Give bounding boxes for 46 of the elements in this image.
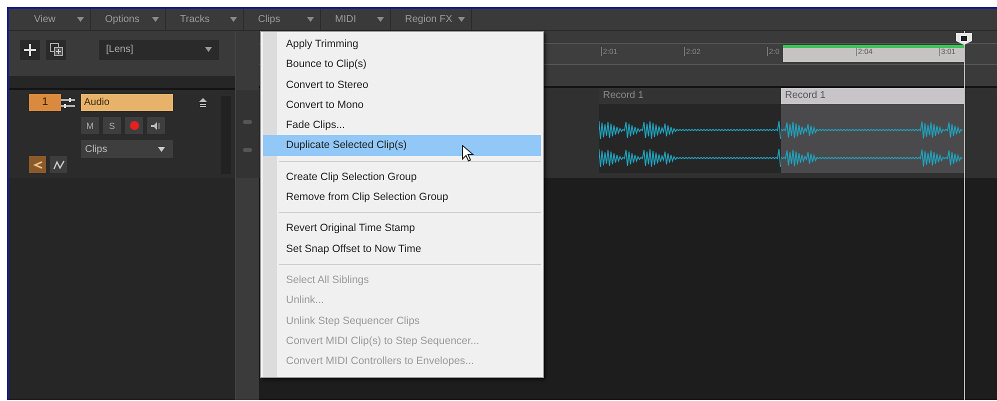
sliders-icon[interactable] bbox=[61, 97, 75, 109]
zigzag-icon bbox=[52, 160, 64, 170]
menu-bar-item[interactable]: MIDI bbox=[321, 9, 391, 30]
chevron-icon bbox=[32, 160, 42, 170]
menu-bar-item[interactable]: Tracks bbox=[166, 9, 244, 30]
caret-icon bbox=[307, 17, 314, 22]
playhead-handle-icon[interactable] bbox=[954, 33, 974, 45]
menu-item[interactable]: Convert to Mono bbox=[263, 94, 541, 116]
menu-bar-item[interactable]: View bbox=[20, 9, 91, 30]
menu-item[interactable]: Remove from Clip Selection Group bbox=[263, 187, 541, 208]
speaker-icon bbox=[150, 120, 162, 130]
add-folder-button[interactable] bbox=[46, 40, 66, 60]
monitor-button[interactable] bbox=[147, 117, 165, 134]
caret-icon bbox=[152, 17, 159, 22]
caret-icon bbox=[205, 47, 212, 52]
mute-button[interactable]: M bbox=[81, 117, 99, 134]
solo-button[interactable]: S bbox=[103, 117, 121, 134]
caret-icon bbox=[77, 17, 84, 22]
audio-clip[interactable]: Record 1 bbox=[599, 88, 782, 173]
clip-name: Record 1 bbox=[781, 88, 964, 104]
menu-item[interactable]: Fade Clips... bbox=[263, 115, 541, 136]
menu-item[interactable]: Create Clip Selection Group bbox=[263, 166, 541, 188]
menu-item[interactable]: Duplicate Selected Clip(s) bbox=[263, 135, 541, 156]
track-number: 1 bbox=[29, 94, 61, 111]
input-echo-button[interactable] bbox=[29, 156, 46, 173]
audio-clip[interactable]: Record 1 bbox=[781, 88, 964, 173]
plus-icon bbox=[24, 44, 36, 56]
arrow-up-icon[interactable] bbox=[199, 98, 207, 108]
pointer-cursor-icon bbox=[462, 145, 474, 162]
menu-item[interactable]: Set Snap Offset to Now Time bbox=[263, 238, 541, 259]
menu-bar-item[interactable]: Region FX bbox=[391, 9, 472, 30]
menu-item[interactable]: Revert Original Time Stamp bbox=[263, 218, 541, 239]
stacked-squares-icon bbox=[50, 43, 62, 56]
lens-dropdown[interactable]: [Lens] bbox=[99, 40, 219, 60]
track-view-dropdown[interactable]: Clips bbox=[81, 140, 173, 158]
add-track-button[interactable] bbox=[20, 40, 40, 60]
automation-button[interactable] bbox=[50, 156, 67, 173]
menu-bar-item[interactable]: Options bbox=[91, 9, 166, 30]
caret-icon bbox=[458, 17, 465, 22]
track-name-field[interactable]: Audio bbox=[81, 94, 173, 111]
menu-item[interactable]: Convert to Stereo bbox=[263, 74, 541, 95]
clip-name: Record 1 bbox=[599, 88, 782, 104]
caret-icon bbox=[230, 17, 237, 22]
menu-bar-item[interactable]: Clips bbox=[244, 9, 321, 30]
caret-icon bbox=[158, 146, 165, 152]
caret-icon bbox=[377, 17, 384, 22]
